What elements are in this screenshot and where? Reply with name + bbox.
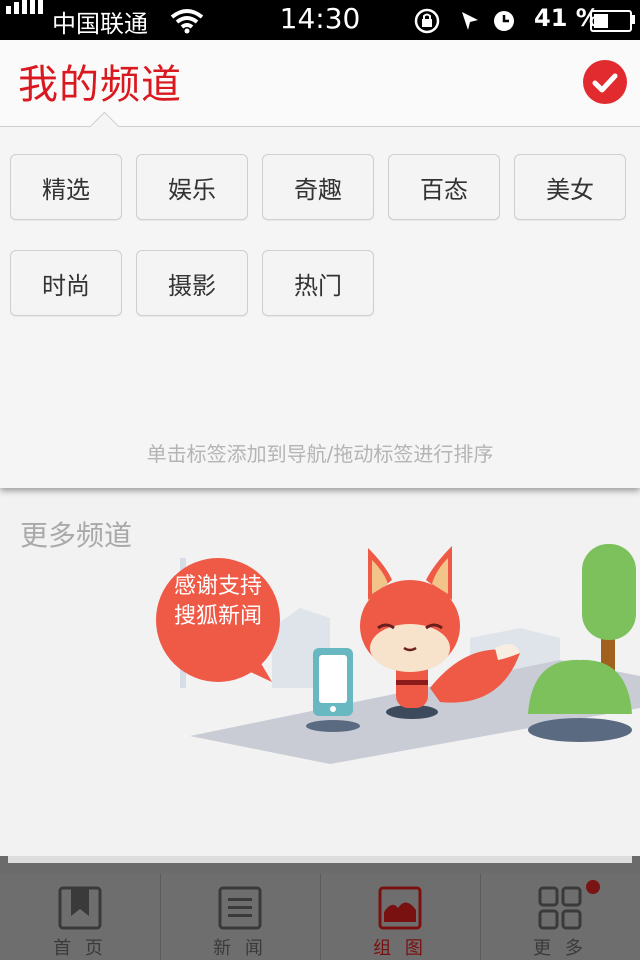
instruction-hint: 单击标签添加到导航/拖动标签进行排序 [146, 442, 494, 466]
my-channels-panel: 我的频道 精选 娱乐 奇趣 百态 美女 时尚 摄影 热门 单击标签添加到导航/拖… [0, 40, 640, 488]
checkmark-icon [592, 73, 618, 93]
status-bar: 中国联通 14:30 41 % [0, 0, 640, 40]
tab-gallery[interactable]: 组 图 [320, 874, 480, 960]
more-channels-section: 更多频道 感谢支持 搜狐新闻 [0, 488, 640, 856]
grid-icon [538, 886, 582, 930]
channel-tag[interactable]: 美女 [514, 154, 626, 220]
status-icons [414, 8, 514, 34]
tab-home[interactable]: 首 页 [0, 874, 160, 960]
battery-icon [590, 10, 632, 32]
fox-mascot-illustration [156, 544, 640, 764]
bookmark-icon [58, 886, 102, 930]
confirm-button[interactable] [583, 60, 627, 104]
picture-icon [378, 886, 422, 930]
card-stack-edge [8, 855, 632, 863]
channel-tag[interactable]: 精选 [10, 154, 122, 220]
bubble-text: 感谢支持 搜狐新闻 [173, 574, 262, 629]
panel-header: 我的频道 [0, 40, 640, 127]
panel-title: 我的频道 [18, 62, 182, 108]
channel-tag[interactable]: 热门 [262, 250, 374, 316]
channel-tag[interactable]: 摄影 [136, 250, 248, 316]
channel-tag[interactable]: 娱乐 [136, 154, 248, 220]
tab-news[interactable]: 新 闻 [160, 874, 320, 960]
tab-more[interactable]: 更 多 [480, 874, 640, 960]
tab-bar: 首 页 新 闻 组 图 更 多 [0, 874, 640, 960]
channel-tag[interactable]: 百态 [388, 154, 500, 220]
notification-dot [586, 880, 600, 894]
news-list-icon [218, 886, 262, 930]
channel-tag[interactable]: 奇趣 [262, 154, 374, 220]
channel-tag[interactable]: 时尚 [10, 250, 122, 316]
